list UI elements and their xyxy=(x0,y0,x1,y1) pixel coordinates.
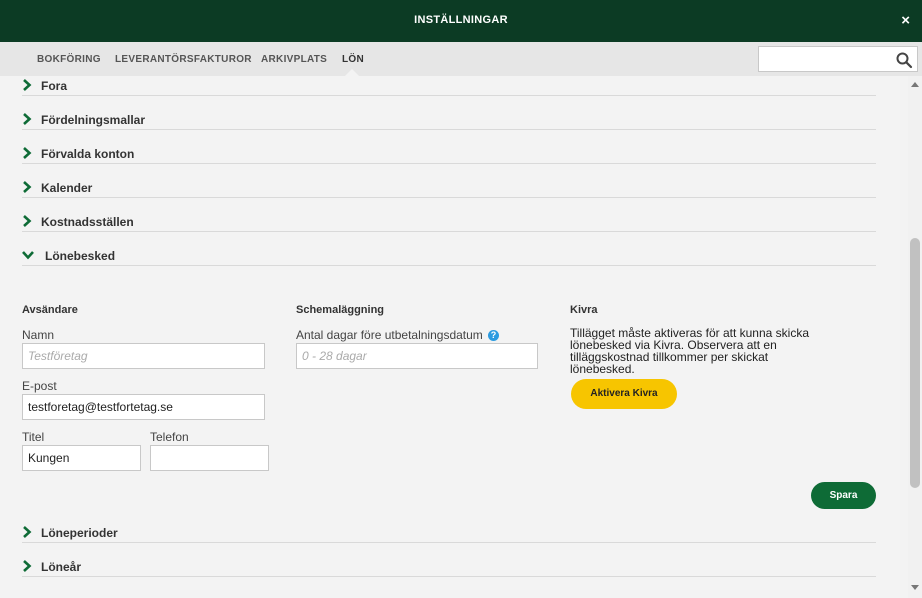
section-label: Löneperioder xyxy=(41,526,118,540)
section-lonear[interactable]: Löneår xyxy=(22,557,876,577)
aktivera-kivra-button[interactable]: Aktivera Kivra xyxy=(571,379,677,409)
schemalaggning-heading: Schemaläggning xyxy=(296,304,385,316)
chevron-down-icon xyxy=(22,251,34,260)
kivra-text-line: lönebesked. xyxy=(570,362,635,376)
section-label: Fördelningsmallar xyxy=(41,113,146,127)
chevron-right-icon xyxy=(23,147,32,159)
chevron-right-icon xyxy=(23,560,32,572)
section-lonebesked[interactable]: Lönebesked xyxy=(22,246,876,266)
section-label: Förvalda konton xyxy=(41,147,135,161)
section-fora[interactable]: Fora xyxy=(22,76,876,96)
save-button[interactable]: Spara xyxy=(811,482,876,509)
section-forvalda-konton[interactable]: Förvalda konton xyxy=(22,144,876,164)
tab-leverantorsfakturor[interactable]: LEVERANTÖRSFAKTUROR xyxy=(115,54,252,65)
settings-content: Fora Fördelningsmallar Förvalda konton K… xyxy=(0,76,908,598)
search-box xyxy=(758,46,918,72)
section-loneperioder[interactable]: Löneperioder xyxy=(22,523,876,543)
titel-input[interactable] xyxy=(22,445,141,471)
telefon-input[interactable] xyxy=(150,445,269,471)
window-title: INSTÄLLNINGAR xyxy=(414,14,508,26)
tab-bokforing[interactable]: BOKFÖRING xyxy=(37,54,101,65)
telefon-label: Telefon xyxy=(150,430,189,444)
tab-lon[interactable]: LÖN xyxy=(342,54,364,65)
active-tab-indicator xyxy=(345,69,359,76)
tab-arkivplats[interactable]: ARKIVPLATS xyxy=(261,54,327,65)
titel-label: Titel xyxy=(22,430,45,444)
scrollbar[interactable] xyxy=(908,76,922,598)
chevron-right-icon xyxy=(23,526,32,538)
section-label: Lönebesked xyxy=(45,249,116,263)
chevron-right-icon xyxy=(23,181,32,193)
title-bar: INSTÄLLNINGAR × xyxy=(0,0,922,42)
kivra-heading: Kivra xyxy=(570,304,598,316)
chevron-right-icon xyxy=(23,215,32,227)
antal-dagar-input[interactable] xyxy=(296,343,538,369)
section-label: Löneår xyxy=(41,560,82,574)
section-kostnadsstallen[interactable]: Kostnadsställen xyxy=(22,212,876,232)
chevron-right-icon xyxy=(23,113,32,125)
antal-dagar-label: Antal dagar före utbetalningsdatum xyxy=(296,328,483,342)
epost-label: E-post xyxy=(22,379,57,393)
close-icon[interactable]: × xyxy=(901,13,910,29)
scrollbar-thumb[interactable] xyxy=(910,238,920,488)
help-icon[interactable]: ? xyxy=(488,330,499,341)
kivra-description: Tillägget måste aktiveras för att kunna … xyxy=(570,327,820,375)
namn-label: Namn xyxy=(22,328,55,342)
scroll-up-arrow-icon[interactable] xyxy=(911,82,919,87)
section-kalender[interactable]: Kalender xyxy=(22,178,876,198)
section-label: Kostnadsställen xyxy=(41,215,134,229)
scroll-down-arrow-icon[interactable] xyxy=(911,585,919,590)
search-input[interactable] xyxy=(763,50,893,68)
search-icon[interactable] xyxy=(895,51,913,69)
chevron-right-icon xyxy=(23,79,32,91)
epost-input[interactable] xyxy=(22,394,265,420)
namn-input[interactable] xyxy=(22,343,265,369)
section-fordelningsmallar[interactable]: Fördelningsmallar xyxy=(22,110,876,130)
avsandare-heading: Avsändare xyxy=(22,304,78,316)
section-label: Fora xyxy=(41,79,68,93)
section-label: Kalender xyxy=(41,181,93,195)
settings-modal: INSTÄLLNINGAR × BOKFÖRING LEVERANTÖRSFAK… xyxy=(0,0,922,598)
